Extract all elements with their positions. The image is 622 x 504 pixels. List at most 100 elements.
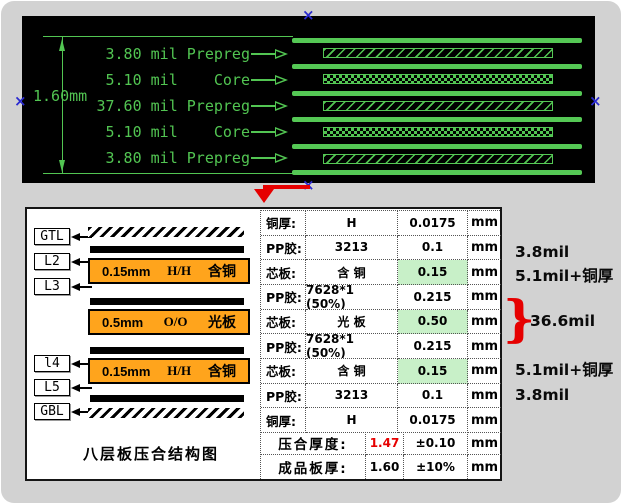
prepreg-bar [323, 101, 553, 111]
core-kind: 含铜 [208, 261, 236, 281]
summary-label: 成品板厚: [261, 455, 366, 478]
leader-arrow-icon [251, 101, 288, 111]
cell-value: 0.0175 [398, 211, 468, 236]
prepreg-bar [323, 154, 553, 164]
cell-label: PP胶: [261, 334, 306, 359]
layer-callout: 5.10 mil Core [106, 71, 251, 89]
cell-label: 芯板: [261, 359, 306, 384]
red-connector-arrowhead-icon [254, 189, 274, 203]
core-thickness: 0.15mm [102, 264, 150, 279]
cell-label: PP胶: [261, 236, 306, 261]
dim-arrow-down-icon [59, 160, 65, 172]
cell-label: 芯板: [261, 310, 306, 335]
cell-unit: mm [468, 285, 501, 310]
diagram-title: 八层板压合结构图 [73, 443, 229, 464]
cell-label: 铜厚: [261, 211, 306, 236]
cell-value: 0.215 [398, 334, 468, 359]
cell-material: H [306, 408, 398, 433]
summary-value: 1.60 [366, 455, 404, 478]
layer-callout: 5.10 mil Core [106, 123, 251, 141]
cell-unit: mm [468, 211, 501, 236]
cell-label: 芯板: [261, 260, 306, 285]
copper-black-bar [90, 395, 244, 402]
cell-value-highlighted: 0.50 [398, 310, 468, 335]
prepreg-bar [323, 48, 553, 58]
cell-value-highlighted: 0.15 [398, 359, 468, 384]
core-kind: 光板 [208, 312, 236, 332]
copper-bar [292, 144, 582, 149]
annotation-core-bottom: 5.1mil+铜厚 [515, 358, 613, 380]
annotation-prepreg-top: 3.8mil [515, 243, 569, 261]
stackup-table-summary: 压合厚度: 1.47 ±0.10 mm 成品板厚: 1.60 ±10% mm [260, 432, 500, 479]
core-block-3: 0.15mm H/H 含铜 [88, 358, 250, 384]
cell-unit: mm [468, 310, 501, 335]
core-block-1: 0.15mm H/H 含铜 [88, 258, 250, 284]
cad-stackup-panel: 1.60mm 3.80 mil Prepreg 5.10 mil Core 37… [22, 16, 595, 183]
cell-unit: mm [468, 408, 501, 433]
copper-black-bar [90, 246, 244, 253]
layer-callout: 3.80 mil Prepreg [106, 149, 251, 167]
dim-line [62, 37, 63, 174]
cell-material: 7628*1 (50%) [306, 285, 398, 310]
summary-label: 压合厚度: [261, 432, 366, 455]
dim-arrow-up-icon [59, 39, 65, 51]
blue-x-marker-top: × [302, 8, 315, 23]
overall-thickness-label: 1.60mm [33, 87, 87, 105]
summary-unit: mm [468, 432, 501, 455]
core-foil: H/H [167, 363, 191, 379]
core-kind: 含铜 [208, 361, 236, 381]
layer-tag-l5: L5 [34, 379, 70, 396]
cell-unit: mm [468, 384, 501, 409]
layer-tag-l2: L2 [34, 253, 70, 270]
copper-bar [292, 170, 582, 175]
annotation-core-top: 5.1mil+铜厚 [515, 264, 613, 286]
cell-material: 光 板 [306, 310, 398, 335]
summary-unit: mm [468, 455, 501, 478]
pcb-stackup-figure: 1.60mm 3.80 mil Prepreg 5.10 mil Core 37… [0, 0, 622, 504]
layer-tag-gtl: GTL [34, 228, 70, 245]
layer-tag-l4: l4 [34, 355, 70, 372]
cell-material: 3213 [306, 384, 398, 409]
summary-value: 1.47 [366, 432, 404, 455]
cell-unit: mm [468, 236, 501, 261]
core-foil: O/O [164, 314, 188, 330]
dim-extension-line-bottom [43, 173, 293, 174]
cell-value: 0.1 [398, 236, 468, 261]
annotation-middle-total: 36.6mil [530, 312, 595, 330]
core-bar [323, 74, 553, 84]
leader-arrow-icon [251, 153, 288, 163]
outer-foil-hatch-bar-bottom [88, 408, 244, 418]
cell-label: PP胶: [261, 384, 306, 409]
stackup-table: 铜厚: H 0.0175 mm PP胶: 3213 0.1 mm 芯板: 含 铜… [260, 210, 500, 433]
cell-material: 7628*1 (50%) [306, 334, 398, 359]
layer-callout: 37.60 mil Prepreg [96, 97, 250, 115]
outer-foil-hatch-bar-top [88, 227, 244, 237]
cell-unit: mm [468, 334, 501, 359]
blue-x-marker-left: × [14, 94, 27, 109]
cell-material: H [306, 211, 398, 236]
core-foil: H/H [167, 263, 191, 279]
tag-arrow-icon [71, 383, 92, 392]
layer-tag-gbl: GBL [34, 403, 70, 420]
copper-bar [292, 117, 582, 122]
copper-bar [292, 64, 582, 69]
layer-callout: 3.80 mil Prepreg [106, 45, 251, 63]
core-thickness: 0.5mm [102, 315, 143, 330]
leader-arrow-icon [251, 75, 288, 85]
cell-value-highlighted: 0.15 [398, 260, 468, 285]
cell-label: PP胶: [261, 285, 306, 310]
summary-tolerance: ±0.10 [404, 432, 468, 455]
blue-x-marker-right: × [589, 94, 602, 109]
cell-unit: mm [468, 359, 501, 384]
annotation-prepreg-bottom: 3.8mil [515, 386, 569, 404]
cell-value: 0.1 [398, 384, 468, 409]
leader-arrow-icon [251, 49, 288, 59]
dim-extension-line-top [43, 36, 293, 37]
core-block-2: 0.5mm O/O 光板 [88, 309, 250, 335]
copper-black-bar [90, 298, 244, 305]
cell-value: 0.0175 [398, 408, 468, 433]
summary-tolerance: ±10% [404, 455, 468, 478]
leader-arrow-icon [251, 127, 288, 137]
cell-material: 含 铜 [306, 260, 398, 285]
cell-material: 3213 [306, 236, 398, 261]
